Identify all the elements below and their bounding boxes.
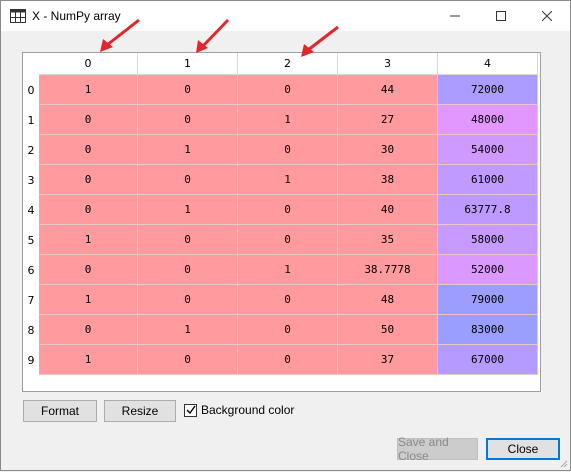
- title-bar: X - NumPy array: [1, 1, 570, 31]
- table-cell[interactable]: 0: [238, 225, 338, 255]
- table-cell[interactable]: 37: [338, 345, 438, 375]
- column-header-0[interactable]: 0: [39, 53, 138, 75]
- background-color-checkbox[interactable]: [184, 403, 197, 417]
- close-icon: [542, 11, 552, 21]
- row-header-2[interactable]: 2: [23, 135, 39, 165]
- table-cell[interactable]: 0: [138, 75, 238, 105]
- background-color-label: Background color: [201, 403, 295, 417]
- table-cell[interactable]: 58000: [438, 225, 538, 255]
- table-cell[interactable]: 0: [238, 135, 338, 165]
- table-cell[interactable]: 67000: [438, 345, 538, 375]
- table-cell[interactable]: 44: [338, 75, 438, 105]
- table-cell[interactable]: 50: [338, 315, 438, 345]
- resize-grip-icon: [560, 460, 568, 468]
- table-cell[interactable]: 1: [238, 255, 338, 285]
- row-header-0[interactable]: 0: [23, 75, 39, 105]
- table-cell[interactable]: 61000: [438, 165, 538, 195]
- table-cell[interactable]: 38: [338, 165, 438, 195]
- table-cell[interactable]: 0: [138, 225, 238, 255]
- window-title: X - NumPy array: [32, 9, 121, 23]
- numpy-array-dialog: X - NumPy array 0 1 2 3 4 0 1 0 0 44 72000 1 0 0 1 27 48…: [0, 0, 571, 471]
- minimize-icon: [450, 15, 460, 17]
- table-cell[interactable]: 1: [39, 285, 138, 315]
- grid-icon: [10, 9, 26, 23]
- array-table[interactable]: 0 1 2 3 4 0 1 0 0 44 72000 1 0 0 1 27 48000 2 0 1 0 30 54000 3 0…: [22, 52, 541, 392]
- table-cell[interactable]: 1: [238, 165, 338, 195]
- table-cell[interactable]: 48000: [438, 105, 538, 135]
- close-button[interactable]: Close: [486, 438, 560, 460]
- maximize-icon: [496, 11, 506, 21]
- table-cell[interactable]: 54000: [438, 135, 538, 165]
- row-header-6[interactable]: 6: [23, 255, 39, 285]
- table-cell[interactable]: 1: [39, 225, 138, 255]
- row-header-5[interactable]: 5: [23, 225, 39, 255]
- row-header-7[interactable]: 7: [23, 285, 39, 315]
- checkmark-icon: [186, 405, 196, 415]
- table-cell[interactable]: 0: [138, 255, 238, 285]
- table-cell[interactable]: 0: [39, 255, 138, 285]
- column-header-1[interactable]: 1: [138, 53, 238, 75]
- table-cell[interactable]: 35: [338, 225, 438, 255]
- table-cell[interactable]: 0: [238, 345, 338, 375]
- table-corner: [23, 53, 39, 75]
- row-header-4[interactable]: 4: [23, 195, 39, 225]
- table-cell[interactable]: 63777.8: [438, 195, 538, 225]
- table-cell[interactable]: 72000: [438, 75, 538, 105]
- table-cell[interactable]: 0: [39, 195, 138, 225]
- table-cell[interactable]: 0: [39, 105, 138, 135]
- table-cell[interactable]: 1: [39, 345, 138, 375]
- table-cell[interactable]: 1: [138, 315, 238, 345]
- table-cell[interactable]: 0: [39, 165, 138, 195]
- column-header-3[interactable]: 3: [338, 53, 438, 75]
- minimize-button[interactable]: [432, 1, 478, 31]
- table-cell[interactable]: 1: [138, 135, 238, 165]
- column-header-4[interactable]: 4: [438, 53, 538, 75]
- maximize-button[interactable]: [478, 1, 524, 31]
- table-cell[interactable]: 1: [138, 195, 238, 225]
- table-cell[interactable]: 52000: [438, 255, 538, 285]
- table-cell[interactable]: 1: [238, 105, 338, 135]
- table-cell[interactable]: 0: [238, 285, 338, 315]
- table-cell[interactable]: 0: [138, 345, 238, 375]
- row-header-3[interactable]: 3: [23, 165, 39, 195]
- table-cell[interactable]: 0: [138, 285, 238, 315]
- table-cell[interactable]: 48: [338, 285, 438, 315]
- table-cell[interactable]: 0: [138, 165, 238, 195]
- column-header-2[interactable]: 2: [238, 53, 338, 75]
- table-cell[interactable]: 0: [39, 315, 138, 345]
- table-cell[interactable]: 1: [39, 75, 138, 105]
- table-cell[interactable]: 0: [138, 105, 238, 135]
- table-cell[interactable]: 38.7778: [338, 255, 438, 285]
- background-color-toggle[interactable]: Background color: [184, 403, 294, 417]
- save-and-close-button: Save and Close: [397, 435, 478, 463]
- table-cell[interactable]: 79000: [438, 285, 538, 315]
- table-cell[interactable]: 0: [238, 315, 338, 345]
- table-cell[interactable]: 30: [338, 135, 438, 165]
- close-window-button[interactable]: [524, 1, 570, 31]
- table-cell[interactable]: 40: [338, 195, 438, 225]
- table-cell[interactable]: 0: [39, 135, 138, 165]
- table-cell[interactable]: 0: [238, 195, 338, 225]
- row-header-1[interactable]: 1: [23, 105, 39, 135]
- row-header-8[interactable]: 8: [23, 315, 39, 345]
- table-cell[interactable]: 83000: [438, 315, 538, 345]
- table-cell[interactable]: 0: [238, 75, 338, 105]
- table-cell[interactable]: 27: [338, 105, 438, 135]
- resize-button[interactable]: Resize: [104, 400, 176, 422]
- row-header-9[interactable]: 9: [23, 345, 39, 375]
- format-button[interactable]: Format: [23, 400, 97, 422]
